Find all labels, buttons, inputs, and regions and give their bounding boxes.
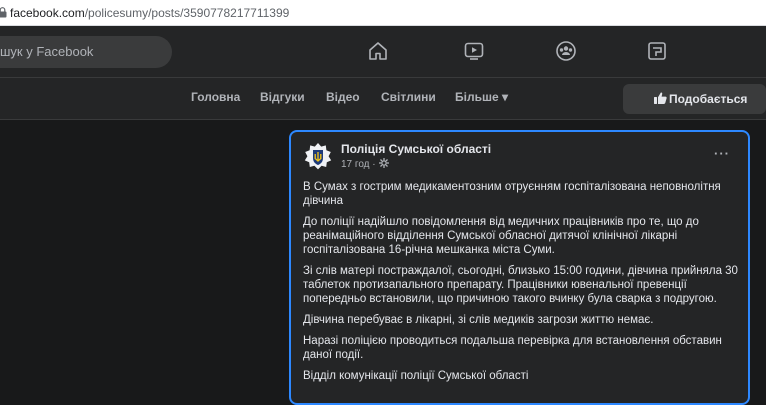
post-signature: Відділ комунікації поліції Сумської обла…: [303, 370, 529, 382]
groups-icon[interactable]: [554, 39, 578, 63]
url-host: facebook.com: [10, 6, 85, 20]
browser-address-bar[interactable]: facebook.com/policesumy/posts/3590778217…: [0, 0, 766, 26]
home-icon[interactable]: [366, 39, 390, 63]
like-page-button[interactable]: Подобається: [623, 84, 766, 114]
post-paragraph: В Сумах з гострим медикаментозним отруєн…: [303, 181, 721, 207]
search-input[interactable]: шук у Facebook: [0, 36, 172, 68]
post-meta: 17 год ·: [341, 158, 390, 170]
video-icon[interactable]: [462, 39, 486, 63]
post-time[interactable]: 17 год ·: [341, 159, 376, 170]
post-paragraph: До поліції надійшло повідомлення від мед…: [303, 216, 699, 256]
audience-public-icon[interactable]: [379, 158, 390, 168]
post-paragraph: Наразі поліцією проводиться подальша пер…: [303, 335, 722, 361]
tab-home[interactable]: Головна: [191, 90, 240, 104]
post-card: Поліція Сумської області 17 год · ··· В …: [289, 130, 750, 405]
like-label: Подобається: [669, 92, 748, 106]
gaming-icon[interactable]: [645, 39, 669, 63]
tab-videos[interactable]: Відео: [326, 90, 360, 104]
post-body: В Сумах з гострим медикаментозним отруєн…: [303, 180, 743, 390]
search-placeholder: шук у Facebook: [0, 44, 94, 59]
post-paragraph: Дівчина перебуває в лікарні, зі слів мед…: [303, 314, 654, 326]
top-navigation: шук у Facebook: [0, 26, 766, 78]
post-author[interactable]: Поліція Сумської області: [341, 142, 491, 156]
post-options-button[interactable]: ···: [714, 146, 730, 161]
url-path: /policesumy/posts/3590778217711399: [84, 6, 290, 20]
tab-reviews[interactable]: Відгуки: [260, 90, 305, 104]
tab-more[interactable]: Більше ▾: [455, 90, 508, 104]
police-emblem-avatar[interactable]: [303, 142, 333, 172]
thumbs-up-icon: [654, 92, 667, 104]
post-paragraph: Зі слів матері постраждалої, сьогодні, б…: [303, 265, 738, 305]
tab-photos[interactable]: Світлини: [381, 90, 436, 104]
lock-icon: [0, 7, 7, 18]
page-tabs: Головна Відгуки Відео Світлини Більше ▾ …: [0, 78, 766, 120]
address-text[interactable]: facebook.com/policesumy/posts/3590778217…: [10, 6, 289, 20]
